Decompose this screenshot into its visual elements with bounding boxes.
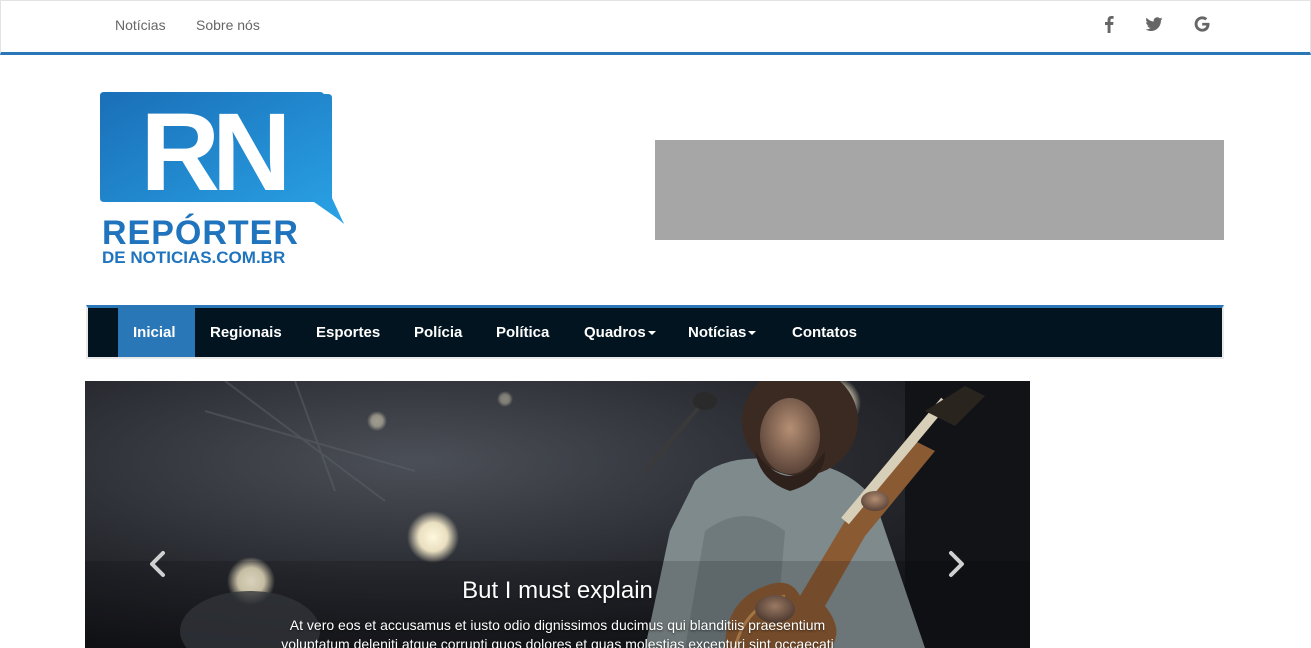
carousel-image	[85, 381, 1030, 648]
nav-item-inicial[interactable]: Inicial	[118, 308, 195, 357]
nav-item-policia[interactable]: Polícia	[414, 308, 462, 357]
nav-label: Regionais	[210, 324, 282, 341]
nav-item-politica[interactable]: Política	[496, 308, 549, 357]
nav-item-esportes[interactable]: Esportes	[316, 308, 380, 357]
nav-item-contatos[interactable]: Contatos	[792, 308, 857, 357]
carousel-next-button[interactable]	[941, 549, 971, 579]
carousel-caption-title: But I must explain	[462, 577, 653, 604]
google-icon[interactable]	[1190, 12, 1214, 36]
carousel-prev-button[interactable]	[143, 549, 173, 579]
nav-label: Esportes	[316, 324, 381, 341]
main-navbar: Inicial Regionais Esportes Polícia Polít…	[86, 305, 1224, 359]
nav-label: Política	[496, 324, 550, 341]
top-link-sobre-nos[interactable]: Sobre nós	[196, 17, 260, 33]
caret-down-icon	[647, 330, 656, 335]
nav-item-quadros[interactable]: Quadros	[584, 308, 656, 357]
logo-line-1: REPÓRTER	[102, 214, 299, 252]
hero-carousel: But I must explain At vero eos et accusa…	[85, 381, 1030, 648]
top-bar: Notícias Sobre nós	[0, 0, 1311, 55]
top-link-noticias[interactable]: Notícias	[115, 17, 166, 33]
nav-label: Polícia	[414, 324, 463, 341]
caret-down-icon	[748, 330, 757, 335]
nav-label: Quadros	[584, 324, 646, 341]
logo-line-2: DE NOTICIAS.COM.BR	[102, 248, 286, 267]
nav-label: Notícias	[688, 324, 747, 341]
chevron-left-icon	[150, 551, 165, 577]
nav-label: Inicial	[133, 324, 176, 341]
carousel-caption-text: At vero eos et accusamus et iusto odio d…	[281, 617, 834, 648]
nav-label: Contatos	[792, 324, 857, 341]
site-logo[interactable]: RN REPÓRTER DE NOTICIAS.COM.BR	[100, 90, 350, 270]
nav-item-noticias[interactable]: Notícias	[688, 308, 757, 357]
twitter-icon[interactable]	[1142, 12, 1166, 36]
logo-mark: RN	[141, 91, 285, 214]
ad-banner[interactable]	[655, 140, 1224, 240]
nav-item-regionais[interactable]: Regionais	[210, 308, 282, 357]
chevron-right-icon	[949, 551, 964, 577]
facebook-icon[interactable]	[1097, 12, 1121, 36]
